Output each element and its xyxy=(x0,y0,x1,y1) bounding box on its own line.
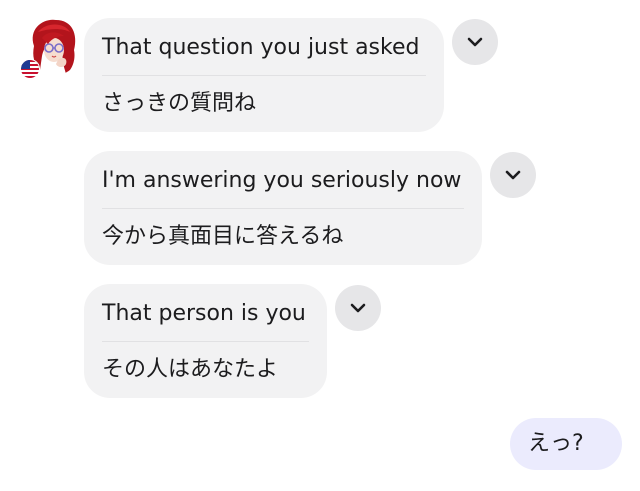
message-original-text: I'm answering you seriously now xyxy=(102,168,462,193)
message-original-text: That person is you xyxy=(102,301,306,326)
outgoing-message-bubble[interactable]: えっ? xyxy=(510,418,622,470)
outgoing-message-text: えっ? xyxy=(528,431,584,456)
message-translation-text: さっきの質問ね xyxy=(102,91,257,116)
message-translation-text: その人はあなたよ xyxy=(102,357,279,382)
us-flag-icon xyxy=(20,59,40,79)
chevron-down-icon xyxy=(505,170,521,180)
message-options-button[interactable] xyxy=(490,152,536,198)
translation-divider xyxy=(102,208,464,209)
message-options-button[interactable] xyxy=(335,285,381,331)
message-bubble[interactable]: That question you just asked さっきの質問ね xyxy=(84,18,444,132)
sender-avatar[interactable] xyxy=(20,16,82,79)
chevron-down-icon xyxy=(467,37,483,47)
chevron-down-icon xyxy=(350,303,366,313)
message-options-button[interactable] xyxy=(452,19,498,65)
translation-divider xyxy=(102,75,426,76)
translation-divider xyxy=(102,341,309,342)
message-translation-text: 今から真面目に答えるね xyxy=(102,224,344,249)
message-bubble[interactable]: That person is you その人はあなたよ xyxy=(84,284,327,398)
message-bubble[interactable]: I'm answering you seriously now 今から真面目に答… xyxy=(84,151,482,265)
message-original-text: That question you just asked xyxy=(102,35,420,60)
